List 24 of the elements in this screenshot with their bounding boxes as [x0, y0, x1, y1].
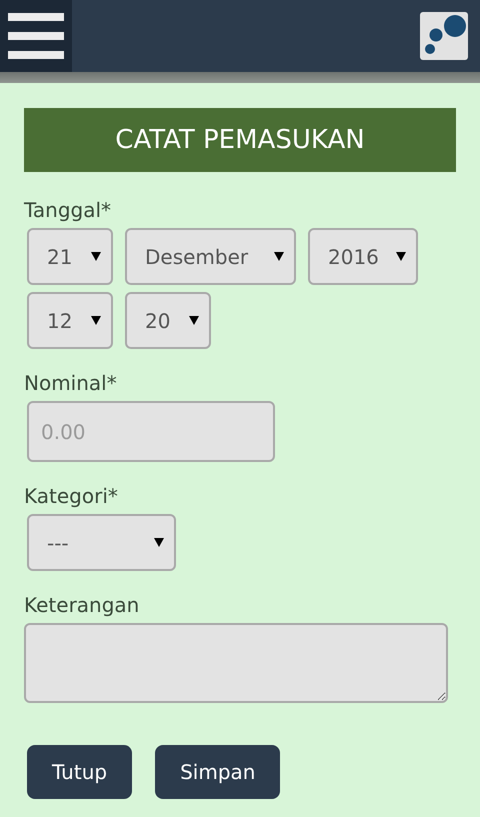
caret-icon [189, 316, 199, 325]
form-button[interactable]: Tutup [27, 745, 132, 799]
caret-icon [154, 538, 164, 547]
logo-icon [420, 12, 468, 60]
caret-icon [274, 252, 284, 261]
caret-icon [396, 252, 406, 261]
field-label: Keterangan [24, 593, 140, 617]
caret-icon [91, 316, 101, 325]
nominal-field[interactable]: 0.00 [27, 401, 275, 462]
field-label: Tanggal* [24, 198, 112, 222]
description-field[interactable] [24, 623, 448, 703]
form-title: CATAT PEMASUKAN [24, 108, 456, 172]
dropdown[interactable]: Desember [125, 228, 296, 285]
field-label: Kategori* [24, 484, 119, 508]
dropdown[interactable]: 20 [125, 292, 211, 349]
dropdown[interactable]: 12 [27, 292, 113, 349]
dropdown[interactable]: 21 [27, 228, 113, 285]
field-label: Nominal* [24, 371, 118, 395]
form-button[interactable]: Simpan [155, 745, 280, 799]
menu-button[interactable] [0, 0, 72, 72]
caret-icon [91, 252, 101, 261]
menu-icon [8, 13, 64, 59]
dropdown[interactable]: 2016 [308, 228, 418, 285]
category-dropdown[interactable]: --- [27, 514, 176, 571]
